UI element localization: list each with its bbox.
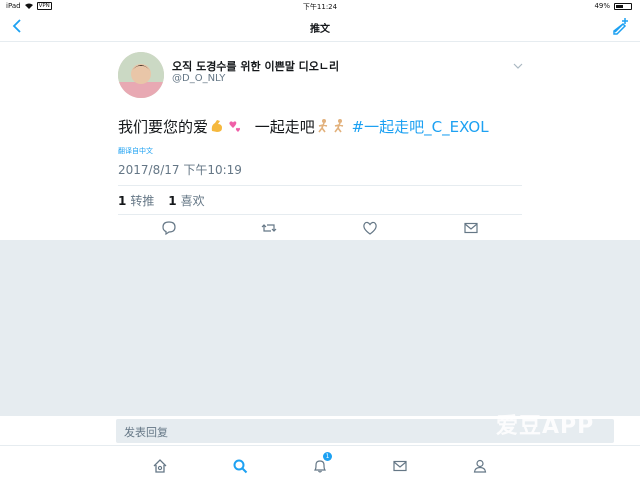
retweet-icon[interactable]: [261, 220, 277, 236]
two-hearts-icon: [229, 121, 241, 132]
tweet-actions: [118, 218, 522, 238]
like-count-link[interactable]: 1 喜欢: [168, 194, 204, 208]
messages-icon[interactable]: [392, 458, 408, 474]
tweet-stats: 1 转推 1 喜欢: [118, 192, 215, 209]
retweet-count-link[interactable]: 1 转推: [118, 194, 154, 208]
runner-icon: [334, 119, 344, 133]
tab-bar: [0, 445, 640, 480]
message-icon[interactable]: [463, 220, 479, 236]
notification-badge: 1: [323, 452, 332, 461]
display-name[interactable]: 오직 도경수를 위한 이쁜말 디오ㄴ리: [172, 58, 339, 74]
status-time: 下午11:24: [302, 3, 338, 11]
like-count: 1: [168, 194, 177, 208]
runner-icon: [318, 119, 328, 133]
user-handle[interactable]: @D_O_NLY: [172, 73, 225, 84]
flexed-biceps-icon: [211, 120, 223, 132]
watermark-logo: 爱豆APP: [496, 408, 594, 440]
tweet-text: 我们要您的爱 一起走吧 #一起走吧_C_EXOL: [118, 116, 489, 137]
nav-bar: 推文: [0, 12, 640, 42]
avatar[interactable]: [118, 52, 164, 98]
watermark-brand: 爱豆APP: [496, 414, 595, 439]
page-title: 推文: [310, 24, 330, 35]
compose-tweet-icon[interactable]: [612, 17, 630, 35]
heart-icon[interactable]: [362, 220, 378, 236]
chevron-down-icon[interactable]: [512, 61, 524, 71]
tweet-timestamp: 2017/8/17 下午10:19: [118, 163, 242, 177]
tweet-text-mid: 一起走吧: [254, 118, 315, 136]
hashtag-link[interactable]: #一起走吧_C_EXOL: [352, 118, 489, 136]
empty-panel: [0, 240, 640, 415]
tweet-text-main: 我们要您的爱: [118, 118, 209, 136]
profile-icon[interactable]: [472, 458, 488, 474]
reply-icon[interactable]: [161, 220, 177, 236]
search-icon[interactable]: [232, 458, 248, 474]
retweet-label: 转推: [130, 194, 155, 208]
status-bar: iPad VPN 下午11:24 49%: [0, 0, 640, 12]
like-label: 喜欢: [180, 194, 205, 208]
divider: [118, 185, 522, 186]
home-icon[interactable]: [152, 458, 168, 474]
retweet-count: 1: [118, 194, 127, 208]
divider: [118, 214, 522, 215]
battery-percent: 49%: [594, 2, 610, 10]
translate-link[interactable]: 翻译自中文: [118, 146, 153, 156]
battery-icon: [614, 2, 632, 10]
